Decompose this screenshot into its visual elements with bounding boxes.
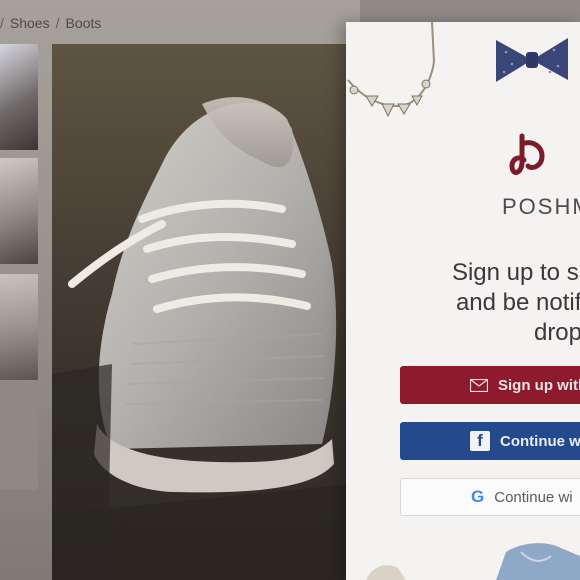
brand-name: POSHM bbox=[502, 194, 580, 219]
breadcrumb: / Shoes / Boots bbox=[0, 12, 101, 34]
sneaker-photo bbox=[52, 97, 352, 580]
breadcrumb-separator: / bbox=[55, 15, 60, 31]
headline-line: and be notifie bbox=[455, 289, 580, 316]
facebook-continue-label: Continue wi bbox=[500, 432, 580, 450]
thumbnail-image[interactable] bbox=[0, 44, 38, 150]
signup-modal: POSHM Sign up to sav and be notifie drop… bbox=[346, 22, 580, 580]
facebook-icon: f bbox=[470, 431, 490, 451]
google-icon: G bbox=[471, 487, 485, 506]
google-continue-label: Continue wi bbox=[494, 488, 573, 506]
breadcrumb-item-boots[interactable]: Boots bbox=[65, 15, 101, 31]
headline-line: Sign up to sav bbox=[451, 259, 580, 286]
breadcrumb-separator: / bbox=[0, 15, 4, 31]
brand-mark-icon bbox=[509, 133, 545, 175]
clothing-decoration bbox=[366, 543, 580, 580]
thumbnail-strip bbox=[0, 44, 40, 564]
product-page: / Shoes / Boots bbox=[0, 0, 360, 580]
thumbnail-image[interactable] bbox=[0, 274, 38, 380]
email-signup-button[interactable]: Sign up with bbox=[400, 366, 580, 404]
thumbnail-image[interactable] bbox=[0, 158, 38, 264]
thumbnail-image[interactable] bbox=[0, 390, 38, 490]
facebook-continue-button[interactable]: f Continue wi bbox=[400, 422, 580, 460]
google-continue-button[interactable]: G Continue wi bbox=[400, 478, 580, 516]
main-product-image[interactable] bbox=[52, 44, 352, 580]
signup-headline: Sign up to sav and be notifie drop bbox=[428, 258, 580, 348]
jewelry-decoration bbox=[347, 22, 568, 118]
breadcrumb-item-shoes[interactable]: Shoes bbox=[10, 15, 50, 31]
headline-line: drop bbox=[533, 319, 580, 346]
email-signup-label: Sign up with bbox=[498, 376, 580, 394]
envelope-icon bbox=[470, 378, 488, 392]
